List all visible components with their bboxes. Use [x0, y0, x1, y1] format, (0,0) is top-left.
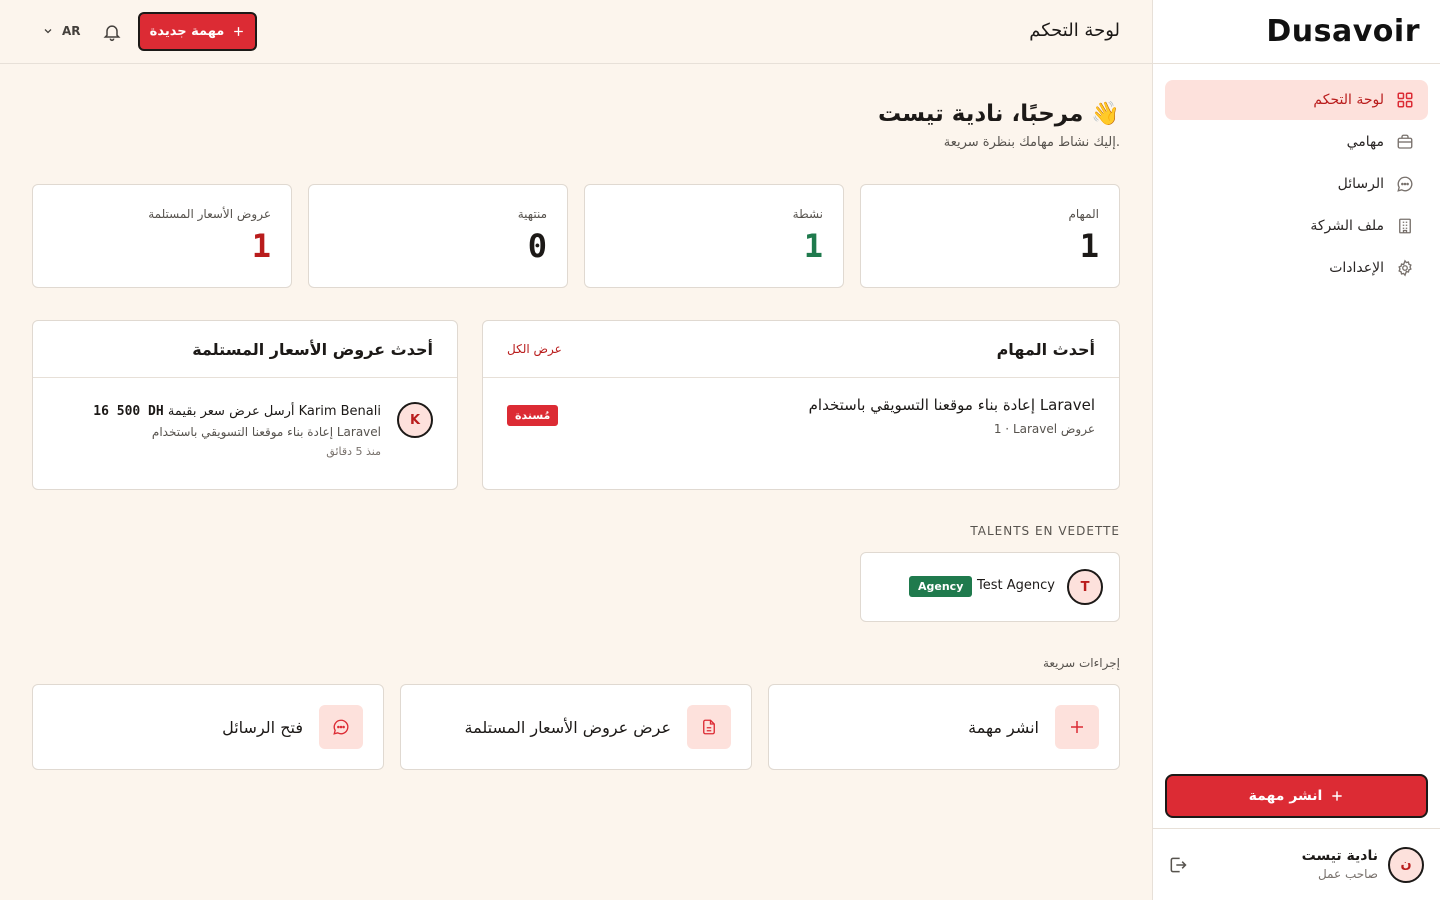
building-icon: [1399, 218, 1411, 234]
language-select[interactable]: AR: [42, 24, 81, 38]
bell-icon[interactable]: [102, 22, 122, 42]
document-icon: [687, 705, 731, 749]
quote-text: أرسل عرض سعر بقيمة: [167, 404, 295, 419]
sidebar-item-settings[interactable]: الإعدادات: [1165, 248, 1428, 288]
stat-card-active: نشطة 1: [584, 184, 844, 288]
task-meta: 1 · Laravel عروض: [993, 422, 1095, 436]
status-badge: مُسندة: [507, 405, 559, 426]
welcome-block: مرحبًا، نادية تيست 👋 إليك نشاط مهامك بنظ…: [878, 100, 1120, 150]
chat-icon: [1397, 176, 1413, 192]
panel-header: أحدث المهام عرض الكل: [483, 321, 1119, 378]
stat-value: 1: [1079, 227, 1099, 265]
quote-time: منذ 5 دقائق: [326, 445, 381, 458]
briefcase-icon: [1397, 134, 1413, 149]
quick-action-label: فتح الرسائل: [222, 717, 303, 737]
stat-label: عروض الأسعار المستلمة: [148, 207, 271, 221]
quote-sender: Karim Benali: [298, 404, 381, 419]
panel-title: أحدث عروض الأسعار المستلمة: [192, 339, 433, 359]
chat-icon: [319, 705, 363, 749]
avatar: ن: [1388, 846, 1424, 883]
gear-icon: [1398, 259, 1412, 277]
quote-line: Karim Benali أرسل عرض سعر بقيمة 16 500 D…: [93, 404, 381, 419]
quick-action-post-task[interactable]: انشر مهمة: [768, 684, 1120, 770]
sidebar-item-label: الإعدادات: [1329, 260, 1384, 276]
panel-header: أحدث عروض الأسعار المستلمة: [33, 321, 457, 378]
sidebar-item-label: لوحة التحكم: [1313, 92, 1384, 108]
sidebar-item-company-profile[interactable]: ملف الشركة: [1165, 206, 1428, 246]
task-title: إعادة بناء موقعنا التسويقي باستخدام Lara…: [808, 396, 1095, 414]
list-item[interactable]: إعادة بناء موقعنا التسويقي باستخدام Lara…: [483, 378, 1119, 490]
recent-quotes-panel: أحدث عروض الأسعار المستلمة K Karim Benal…: [32, 320, 458, 490]
brand-header: Dusavoir: [1153, 0, 1440, 64]
talent-badge: Agency: [909, 576, 973, 597]
new-task-label: مهمة جديدة: [149, 24, 225, 39]
new-task-button[interactable]: مهمة جديدة: [138, 12, 257, 51]
view-all-link[interactable]: عرض الكل: [507, 342, 562, 356]
avatar: T: [1067, 569, 1103, 605]
plus-icon: [1332, 791, 1342, 801]
post-task-button[interactable]: انشر مهمة: [1165, 774, 1428, 818]
sidebar-nav: لوحة التحكم مهامي الرسائل ملف الشركة الإ…: [1153, 64, 1440, 306]
welcome-subtitle: إليك نشاط مهامك بنظرة سريعة.: [943, 135, 1120, 150]
featured-talent-card[interactable]: T Test Agency Agency: [860, 552, 1120, 622]
quote-amount: 16 500 DH: [93, 404, 164, 419]
stat-value: 1: [251, 227, 271, 265]
stat-card-completed: منتهية 0: [308, 184, 568, 288]
quick-action-view-quotes[interactable]: عرض عروض الأسعار المستلمة: [400, 684, 752, 770]
user-name: نادية تيست: [1301, 848, 1378, 864]
stat-value: 1: [803, 227, 823, 265]
user-role: صاحب عمل: [1317, 867, 1378, 881]
logout-icon[interactable]: [1168, 855, 1188, 875]
language-label: AR: [62, 24, 81, 38]
sidebar: Dusavoir لوحة التحكم مهامي الرسائل ملف ا…: [1152, 0, 1440, 900]
stat-card-tasks: المهام 1: [860, 184, 1120, 288]
stat-card-quotes: عروض الأسعار المستلمة 1: [32, 184, 292, 288]
featured-label: TALENTS EN VEDETTE: [970, 524, 1120, 538]
sidebar-item-dashboard[interactable]: لوحة التحكم: [1165, 80, 1428, 120]
plus-icon: [1055, 705, 1099, 749]
page-title: لوحة التحكم: [1029, 20, 1120, 41]
quick-actions-label: إجراءات سريعة: [1042, 656, 1120, 670]
talent-name: Test Agency: [977, 578, 1055, 593]
sidebar-item-messages[interactable]: الرسائل: [1165, 164, 1428, 204]
chevron-down-icon: [44, 29, 52, 34]
stat-value: 0: [527, 227, 547, 265]
list-item[interactable]: K Karim Benali أرسل عرض سعر بقيمة 16 500…: [33, 378, 457, 490]
quick-action-open-messages[interactable]: فتح الرسائل: [32, 684, 384, 770]
plus-icon: [234, 27, 244, 36]
recent-tasks-panel: أحدث المهام عرض الكل إعادة بناء موقعنا ا…: [482, 320, 1120, 490]
sidebar-item-my-tasks[interactable]: مهامي: [1165, 122, 1428, 162]
panel-title: أحدث المهام: [996, 339, 1095, 359]
post-task-label: انشر مهمة: [1248, 788, 1323, 804]
quick-action-label: عرض عروض الأسعار المستلمة: [464, 717, 671, 737]
quick-action-label: انشر مهمة: [968, 717, 1039, 737]
avatar: K: [397, 402, 433, 438]
topbar: لوحة التحكم مهمة جديدة AR: [0, 0, 1152, 64]
sidebar-item-label: مهامي: [1346, 134, 1384, 150]
user-footer: نادية تيست صاحب عمل ن: [1152, 828, 1440, 900]
quote-task: إعادة بناء موقعنا التسويقي باستخدام Lara…: [151, 425, 381, 439]
stat-label: المهام: [1068, 207, 1099, 221]
welcome-title: مرحبًا، نادية تيست 👋: [878, 101, 1120, 127]
sidebar-item-label: ملف الشركة: [1310, 218, 1384, 234]
stat-label: نشطة: [792, 207, 823, 221]
stats-row: المهام 1 نشطة 1 منتهية 0 عروض الأسعار ال…: [32, 184, 1120, 288]
sidebar-item-label: الرسائل: [1337, 176, 1384, 192]
stat-label: منتهية: [517, 207, 547, 221]
brand-logo[interactable]: Dusavoir: [1266, 14, 1420, 49]
grid-icon: [1397, 92, 1413, 108]
user-info[interactable]: نادية تيست صاحب عمل ن: [1301, 846, 1424, 883]
